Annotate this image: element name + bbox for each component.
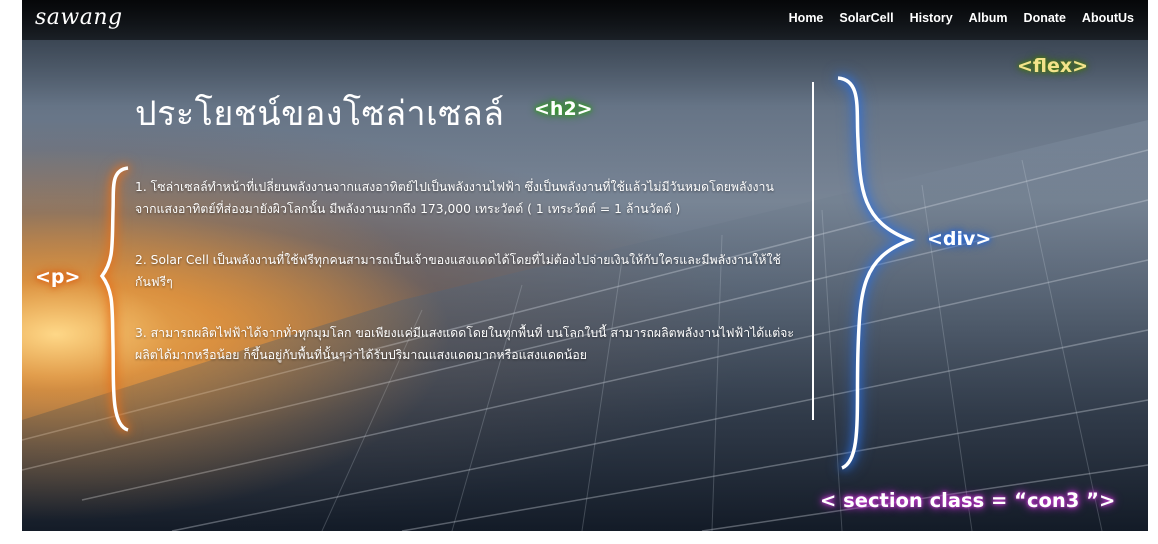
nav-aboutus[interactable]: AboutUs bbox=[1082, 11, 1134, 25]
nav-album[interactable]: Album bbox=[969, 11, 1008, 25]
navbar: sawang Home SolarCell History Album Dona… bbox=[22, 0, 1148, 40]
benefit-paragraph-1: 1. โซล่าเซลล์ทำหน้าที่เปลี่ยนพลังงานจากแ… bbox=[135, 180, 774, 216]
site-logo[interactable]: sawang bbox=[35, 5, 123, 30]
annotation-flex: <flex> bbox=[1017, 55, 1089, 77]
nav-home[interactable]: Home bbox=[789, 11, 824, 25]
nav-history[interactable]: History bbox=[910, 11, 953, 25]
vertical-divider bbox=[812, 82, 814, 420]
annotation-p: <p> bbox=[35, 266, 81, 288]
nav-solarcell[interactable]: SolarCell bbox=[839, 11, 893, 25]
hero-section: sawang Home SolarCell History Album Dona… bbox=[22, 0, 1148, 531]
benefit-paragraph-2: 2. Solar Cell เป็นพลังงานที่ใช้ฟรีทุกคนส… bbox=[135, 253, 781, 289]
main-nav: Home SolarCell History Album Donate Abou… bbox=[789, 11, 1134, 25]
content-block: 1. โซล่าเซลล์ทำหน้าที่เปลี่ยนพลังงานจากแ… bbox=[135, 176, 795, 395]
benefit-paragraph-3: 3. สามารถผลิตไฟฟ้าได้จากทั่วทุกมุมโลก ขอ… bbox=[135, 326, 794, 362]
nav-donate[interactable]: Donate bbox=[1024, 11, 1066, 25]
annotation-h2: <h2> bbox=[534, 98, 593, 120]
annotation-section: < section class = “con3 ”> bbox=[820, 489, 1116, 512]
annotation-div: <div> bbox=[927, 228, 992, 250]
section-title: ประโยชน์ของโซล่าเซลล์ bbox=[135, 94, 505, 134]
